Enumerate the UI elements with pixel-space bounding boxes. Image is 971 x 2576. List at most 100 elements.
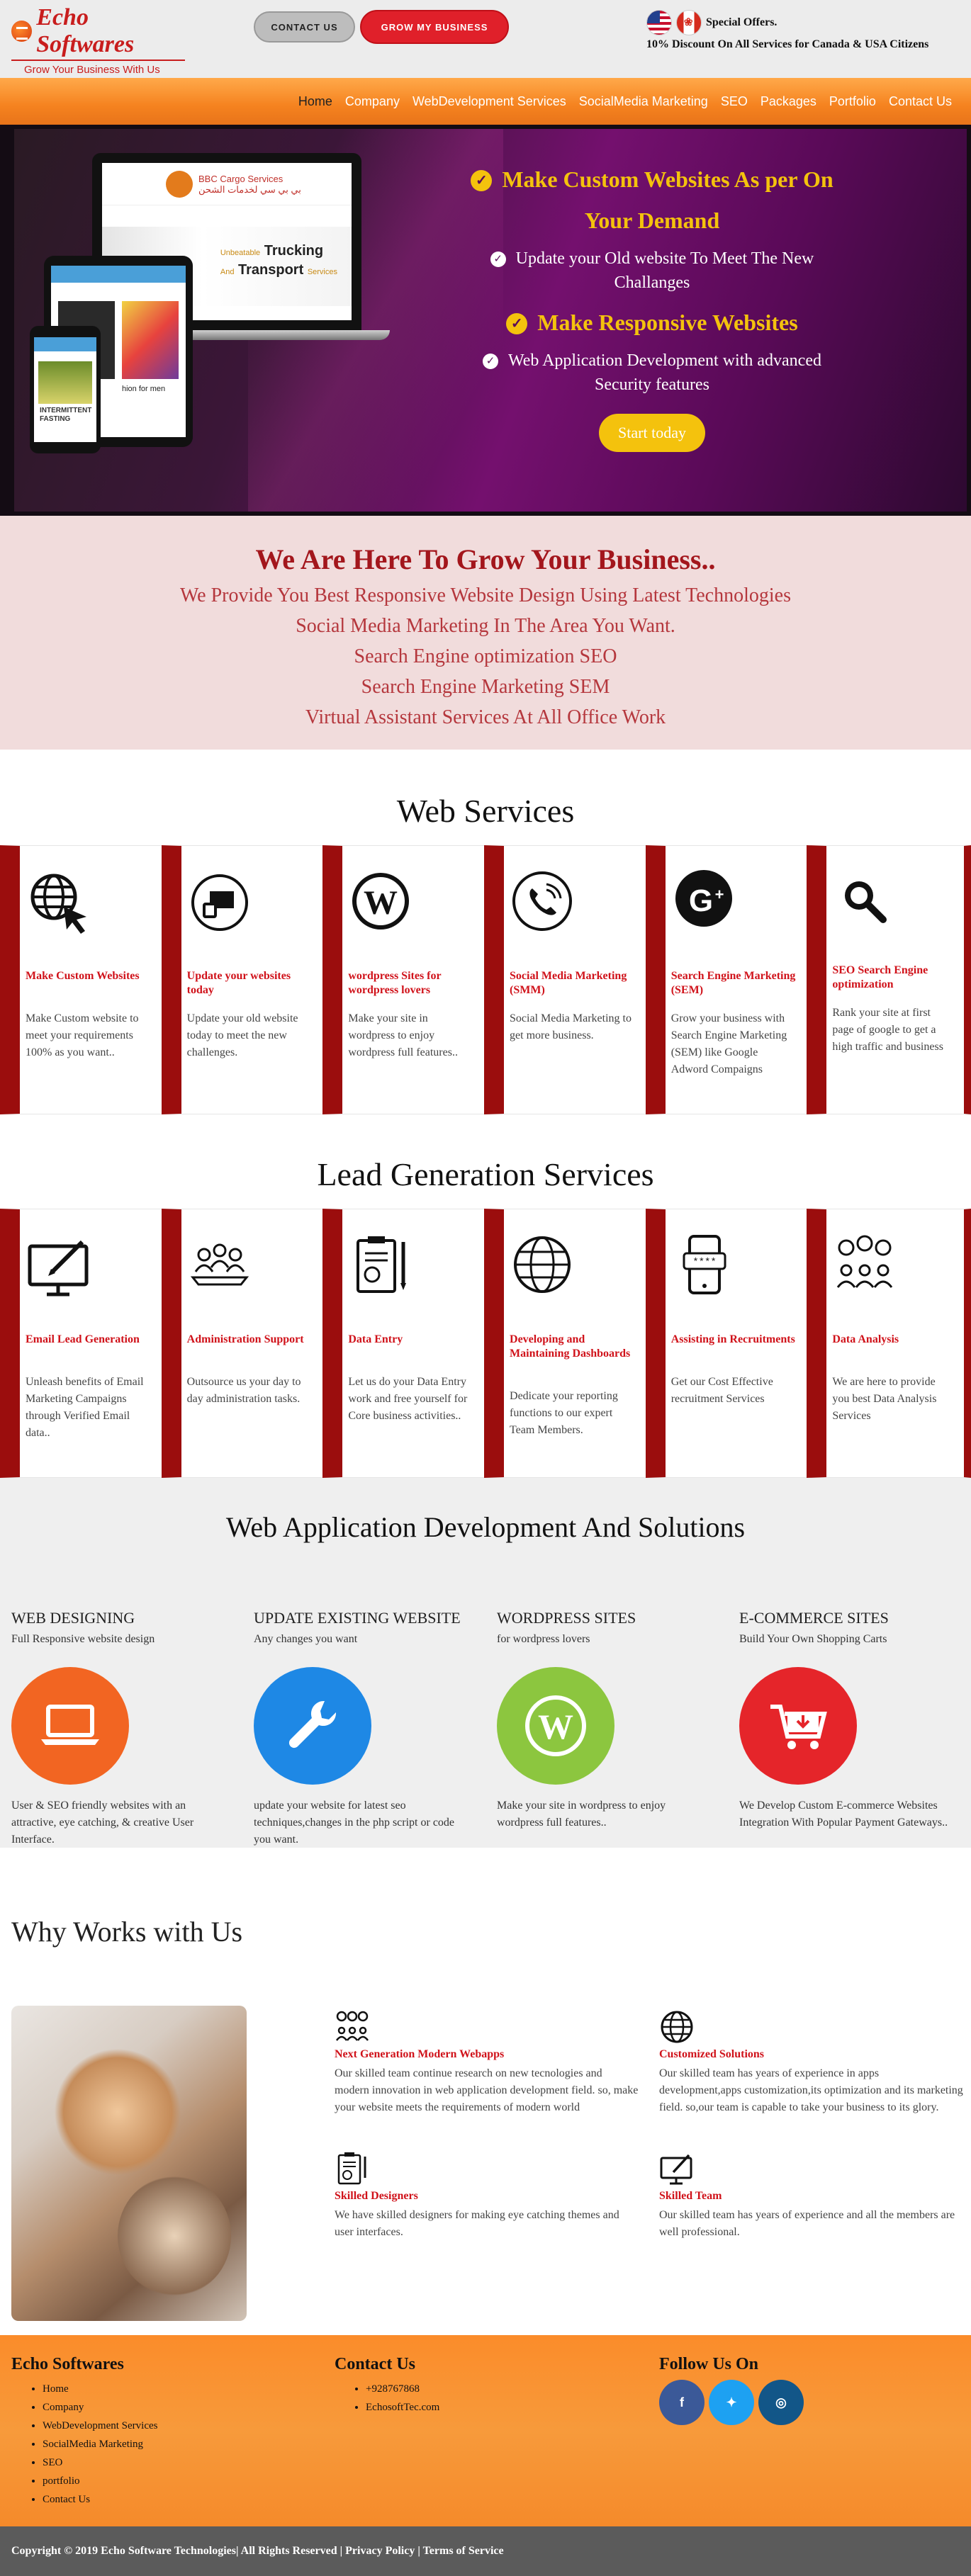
solution-item[interactable]: WEB DESIGNING Full Responsive website de…: [11, 1609, 245, 1848]
intro-line: Social Media Marketing In The Area You W…: [296, 615, 675, 637]
nav-company[interactable]: Company: [339, 94, 406, 109]
nav-packages[interactable]: Packages: [754, 94, 823, 109]
footer-link-portfolio[interactable]: portfolio: [43, 2472, 158, 2490]
web-services-section: Web Services Make Custom Websites Make C…: [0, 750, 971, 1114]
footer-brand: Echo Softwares: [11, 2355, 124, 2373]
lead-generation-title: Lead Generation Services: [317, 1156, 654, 1192]
why-item-desc: Our skilled team continue research on ne…: [335, 2067, 639, 2113]
twitter-icon[interactable]: ✦: [709, 2380, 754, 2425]
usa-flag-icon: [646, 10, 672, 35]
lead-generation-section: Lead Generation Services Email Lead Gene…: [0, 1114, 971, 1478]
lead-card[interactable]: Developing and Maintaining Dashboards De…: [484, 1209, 646, 1478]
instagram-icon[interactable]: ◎: [758, 2380, 804, 2425]
contact-us-button[interactable]: CONTACT US: [254, 11, 355, 43]
footer-website[interactable]: EchosoftTec.com: [366, 2398, 439, 2417]
why-item-title: Skilled Team: [659, 2190, 722, 2202]
monitor-pen-icon: [28, 1240, 89, 1297]
web-services-title: Web Services: [396, 793, 575, 829]
service-card-title: Social Media Marketing (SMM): [510, 970, 627, 996]
web-application-section: Web Application Development And Solution…: [0, 1478, 971, 1848]
people-idea-icon: [837, 1235, 893, 1288]
brand-name: Echo Softwares: [36, 4, 135, 57]
solution-desc: User & SEO friendly websites with an att…: [11, 1800, 194, 1846]
service-card-title: Search Engine Marketing (SEM): [670, 970, 796, 996]
hero-banner: BBC Cargo Services بي بي سي لخدمات الشحن…: [0, 125, 971, 516]
intro-line: Virtual Assistant Services At All Office…: [305, 706, 666, 728]
lead-card[interactable]: Data Entry Let us do your Data Entry wor…: [322, 1209, 485, 1478]
service-card-desc: Grow your business with Search Engine Ma…: [670, 1012, 787, 1075]
nav-home[interactable]: Home: [292, 94, 339, 109]
lead-card-title: Email Lead Generation: [26, 1333, 140, 1345]
logo[interactable]: Echo Softwares Grow Your Business With U…: [11, 4, 189, 76]
service-card[interactable]: G + Search Engine Marketing (SEM) Grow yo…: [645, 845, 807, 1114]
why-section: Why Works with Us Next Generation Modern…: [0, 1848, 971, 2335]
nav-socialmedia[interactable]: SocialMedia Marketing: [573, 94, 714, 109]
brand-tagline: Grow Your Business With Us: [24, 64, 160, 76]
facebook-icon[interactable]: f: [659, 2380, 705, 2425]
page: Echo Softwares Grow Your Business With U…: [0, 0, 971, 2576]
footer-contact-title: Contact Us: [335, 2355, 415, 2373]
why-item-desc: Our skilled team has years of experience…: [659, 2209, 955, 2238]
lead-card[interactable]: Email Lead Generation Unleash benefits o…: [0, 1209, 162, 1478]
solution-item[interactable]: E-COMMERCE SITES Build Your Own Shopping…: [739, 1609, 971, 1831]
team-photo: [11, 2006, 247, 2321]
footer-phone[interactable]: +928767868: [366, 2380, 439, 2398]
globe-cursor-icon: [30, 874, 86, 934]
grow-my-business-button[interactable]: GROW MY BUSINESS: [360, 10, 509, 44]
why-item-title: Skilled Designers: [335, 2190, 418, 2202]
clipboard-chart-icon: [337, 2152, 366, 2185]
intro-line: Search Engine Marketing SEM: [361, 676, 610, 698]
lead-card-title: Assisting in Recruitments: [670, 1333, 795, 1345]
footer-link-seo[interactable]: SEO: [43, 2453, 158, 2472]
nav-portfolio[interactable]: Portfolio: [823, 94, 882, 109]
network-people-icon: [335, 2011, 369, 2041]
lead-card-desc: Get our Cost Effective recruitment Servi…: [670, 1376, 773, 1405]
main-nav: Home Company WebDevelopment Services Soc…: [0, 78, 971, 125]
lead-card[interactable]: Administration Support Outsource us your…: [161, 1209, 323, 1478]
mock-transport: Transport: [238, 262, 304, 278]
lead-card-title: Administration Support: [186, 1333, 304, 1345]
svg-text:W: W: [364, 884, 398, 922]
why-item: Skilled Team Our skilled team has years …: [659, 2151, 964, 2241]
hero-point-2: Web Application Development with advance…: [508, 351, 821, 394]
why-title: Why Works with Us: [11, 1916, 243, 1948]
footer-link-socialmedia[interactable]: SocialMedia Marketing: [43, 2435, 158, 2453]
hero-heading-1: Make Custom Websites As per On Your Dema…: [502, 166, 834, 233]
service-card[interactable]: Social Media Marketing (SMM) Social Medi…: [484, 845, 646, 1114]
lead-card[interactable]: **** Assisting in Recruitments Get our C…: [645, 1209, 807, 1478]
solution-item[interactable]: UPDATE EXISTING WEBSITE Any changes you …: [254, 1609, 488, 1848]
footer-link-home[interactable]: Home: [43, 2380, 158, 2398]
footer-link-webdevelopment[interactable]: WebDevelopment Services: [43, 2417, 158, 2435]
service-card[interactable]: W wordpress Sites for wordpress lovers M…: [322, 845, 485, 1114]
mobile-password-icon: ****: [683, 1235, 726, 1294]
solution-heading: UPDATE EXISTING WEBSITE: [254, 1609, 461, 1627]
nav-seo[interactable]: SEO: [714, 94, 754, 109]
lead-card[interactable]: Data Analysis We are here to provide you…: [807, 1209, 971, 1478]
service-card[interactable]: Update your websites today Update your o…: [161, 845, 323, 1114]
start-today-button[interactable]: Start today: [599, 414, 705, 452]
footer-link-contact[interactable]: Contact Us: [43, 2490, 158, 2509]
svg-text:+: +: [714, 886, 724, 903]
update-screen-icon: [191, 874, 248, 931]
service-card-title: SEO Search Engine optimization: [832, 964, 928, 990]
solution-item[interactable]: WORDPRESS SITES for wordpress lovers W M…: [497, 1609, 731, 1831]
footer-link-company[interactable]: Company: [43, 2398, 158, 2417]
wordpress-icon: W: [352, 873, 410, 930]
why-item-title: Customized Solutions: [659, 2048, 765, 2060]
hero-point-1: Update your Old website To Meet The New …: [515, 249, 814, 292]
service-card-desc: Make Custom website to meet your require…: [26, 1012, 139, 1058]
cart-icon: [739, 1667, 857, 1785]
clipboard-chart-icon: [357, 1236, 407, 1293]
service-card[interactable]: SEO Search Engine optimization Rank your…: [807, 845, 971, 1114]
solution-heading: WEB DESIGNING: [11, 1609, 135, 1627]
nav-contact[interactable]: Contact Us: [882, 94, 958, 109]
nav-webdevelopment[interactable]: WebDevelopment Services: [406, 94, 573, 109]
lead-card-title: Data Analysis: [832, 1333, 899, 1345]
wordpress-icon: W: [497, 1667, 614, 1785]
logo-underline: [11, 60, 185, 61]
service-card[interactable]: Make Custom Websites Make Custom website…: [0, 845, 162, 1114]
solution-desc: We Develop Custom E-commerce Websites In…: [739, 1800, 948, 1829]
svg-text:W: W: [538, 1707, 573, 1746]
mock-services: Services: [307, 268, 337, 276]
globe-icon: [514, 1236, 571, 1293]
